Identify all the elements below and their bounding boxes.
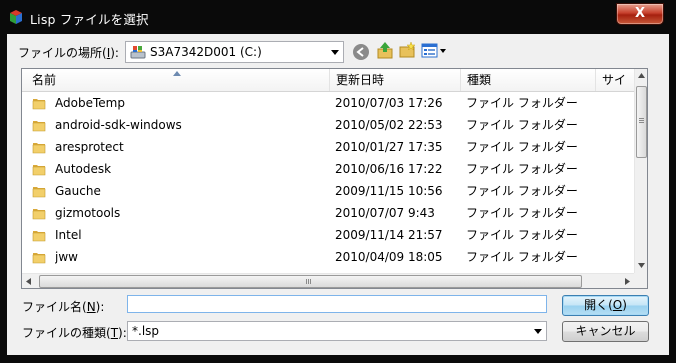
file-row[interactable]: android-sdk-windows 2010/05/02 22:53 ファイル … [22,114,634,136]
folder-icon [32,99,46,110]
folder-icon [32,253,46,264]
file-name: aresprotect [55,140,124,154]
column-date-label: 更新日時 [336,73,385,87]
column-type-label: 種類 [467,73,492,87]
file-date: 2010/01/27 17:35 [335,140,443,154]
look-in-label: ファイルの場所(I): [18,46,119,60]
filetype-label: ファイルの種類(T): [22,326,127,340]
column-size[interactable]: サイ [596,69,634,91]
folder-icon [32,143,46,154]
folder-icon [32,187,46,198]
file-date: 2009/11/14 21:57 [335,228,443,242]
file-date: 2010/07/07 9:43 [335,206,435,220]
file-name: Intel [55,228,82,242]
new-folder-icon[interactable] [398,41,416,59]
file-type: ファイル フォルダー [466,96,578,110]
column-size-label: サイ [602,73,627,87]
column-type[interactable]: 種類 [461,69,596,91]
scroll-right-icon[interactable] [625,278,630,285]
file-row[interactable]: gizmotools 2010/07/07 9:43 ファイル フォルダー [22,202,634,224]
file-row[interactable]: aresprotect 2010/01/27 17:35 ファイル フォルダー [22,136,634,158]
horizontal-scroll-thumb[interactable] [39,275,582,288]
look-in-value: S3A7342D001 (C:) [150,45,262,59]
file-type: ファイル フォルダー [466,206,578,220]
file-type: ファイル フォルダー [466,184,578,198]
file-type: ファイル フォルダー [466,162,578,176]
drive-icon [130,46,146,59]
horizontal-scrollbar[interactable] [22,273,634,288]
file-name: Gauche [55,184,101,198]
file-date: 2010/04/09 18:05 [335,250,443,264]
file-row[interactable]: Intel 2009/11/14 21:57 ファイル フォルダー [22,224,634,246]
close-button[interactable]: X [616,3,664,25]
filename-input[interactable] [127,295,547,313]
filetype-value: *.lsp [132,324,160,338]
vertical-scroll-thumb[interactable] [636,86,647,158]
filetype-dropdown[interactable]: *.lsp [127,321,547,341]
dialog-window: Lisp ファイルを選択 X ファイルの場所(I): S3A7342D001 (… [0,0,676,363]
file-name: jww [55,250,78,264]
file-type: ファイル フォルダー [466,250,578,264]
view-menu-icon[interactable] [421,43,449,59]
open-button[interactable]: 開く(O) [562,295,649,316]
close-icon: X [634,6,646,21]
cancel-button[interactable]: キャンセル [562,321,649,342]
chevron-down-icon[interactable] [534,329,542,334]
file-name: gizmotools [55,206,121,220]
title-bar[interactable]: Lisp ファイルを選択 X [0,0,676,34]
file-row[interactable]: AdobeTemp 2010/07/03 17:26 ファイル フォルダー [22,92,634,114]
file-date: 2009/11/15 10:56 [335,184,443,198]
back-arrow-icon[interactable] [352,43,370,61]
column-name-label: 名前 [32,73,57,87]
sort-ascending-icon [173,71,181,76]
file-type: ファイル フォルダー [466,118,578,132]
folder-icon [32,209,46,220]
scroll-corner [634,273,647,288]
file-type: ファイル フォルダー [466,140,578,154]
file-date: 2010/05/02 22:53 [335,118,443,132]
chevron-down-icon[interactable] [331,50,339,55]
scroll-down-icon[interactable] [638,263,645,268]
file-row[interactable]: Gauche 2009/11/15 10:56 ファイル フォルダー [22,180,634,202]
file-list[interactable]: 名前 更新日時 種類 サイ AdobeTemp 2010/07/03 17:26 フ… [21,68,648,289]
file-type: ファイル フォルダー [466,228,578,242]
file-date: 2010/07/03 17:26 [335,96,443,110]
window-title: Lisp ファイルを選択 [30,12,149,27]
file-name: android-sdk-windows [55,118,182,132]
folder-icon [32,121,46,132]
file-date: 2010/06/16 17:22 [335,162,443,176]
file-row[interactable]: Autodesk 2010/06/16 17:22 ファイル フォルダー [22,158,634,180]
vertical-scrollbar[interactable] [634,69,647,273]
file-name: Autodesk [55,162,112,176]
scroll-left-icon[interactable] [26,278,31,285]
filename-label: ファイル名(N): [22,300,105,314]
up-folder-icon[interactable] [376,41,394,59]
scroll-up-icon[interactable] [638,73,645,78]
file-name: AdobeTemp [55,96,125,110]
look-in-dropdown[interactable]: S3A7342D001 (C:) [125,41,344,63]
column-date[interactable]: 更新日時 [330,69,461,91]
folder-icon [32,231,46,242]
file-row[interactable]: jww 2010/04/09 18:05 ファイル フォルダー [22,246,634,268]
app-icon [10,10,22,24]
folder-icon [32,165,46,176]
dialog-body: ファイルの場所(I): S3A7342D001 (C:) 名前 更新日時 種類 … [7,34,669,355]
column-name[interactable]: 名前 [22,69,330,91]
column-header: 名前 更新日時 種類 サイ [22,69,634,92]
